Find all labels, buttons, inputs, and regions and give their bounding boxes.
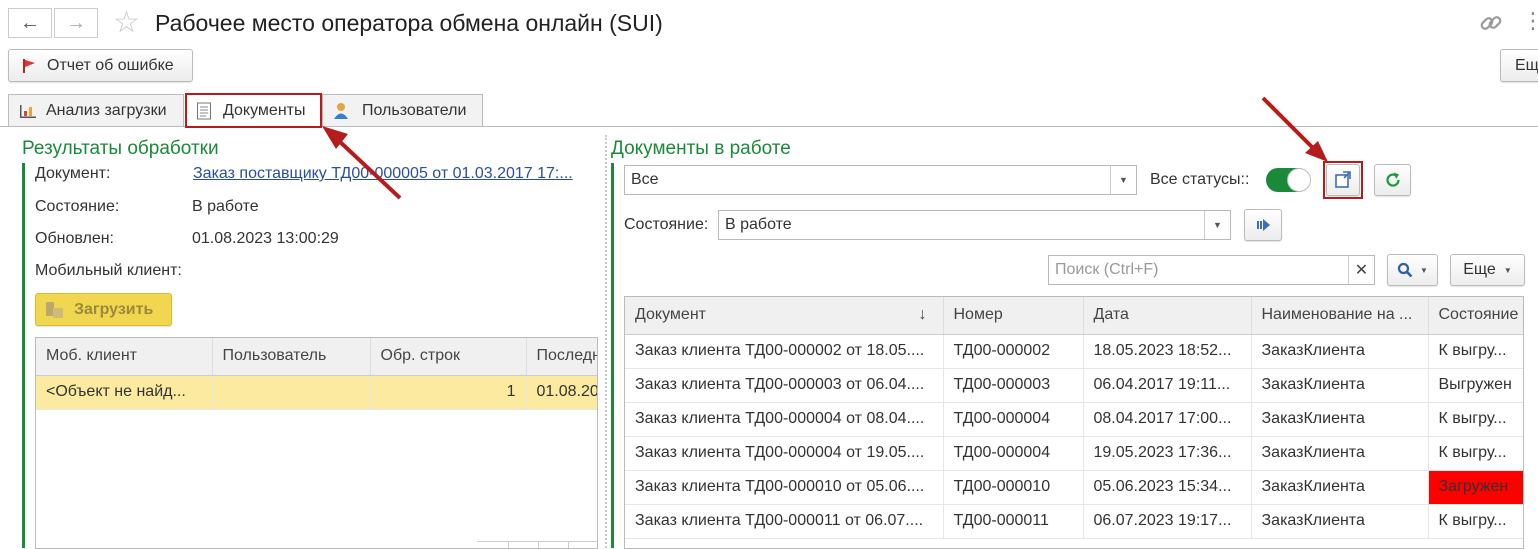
annotation-arrow-tab: [336, 138, 402, 200]
annotation-arrows: [322, 96, 1328, 200]
annotation-arrow-button: [1261, 96, 1317, 152]
